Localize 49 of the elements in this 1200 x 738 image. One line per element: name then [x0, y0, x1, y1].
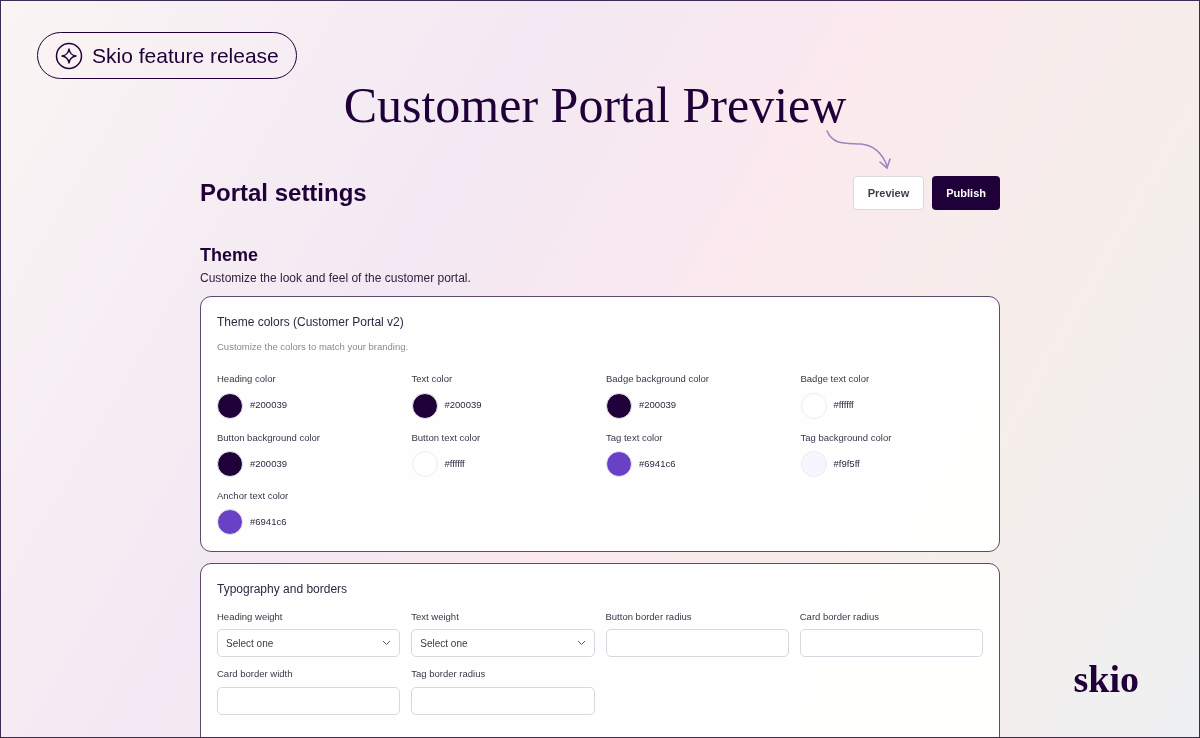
swatch-label: Tag text color: [606, 430, 664, 445]
color-swatch[interactable]: [411, 392, 438, 419]
field-label: Tag border radius: [411, 667, 487, 682]
swatch-label: Anchor text color: [217, 488, 290, 503]
swatch-label: Badge text color: [800, 372, 871, 387]
section-description: Customize the look and feel of the customer portal.: [200, 270, 472, 287]
hex-value: #f9f5ff: [833, 456, 860, 471]
hex-value: #6941c6: [639, 456, 676, 471]
color-swatch[interactable]: [217, 450, 243, 477]
color-swatch[interactable]: [217, 509, 243, 535]
color-swatch[interactable]: [606, 450, 632, 477]
card-description: Customize the colors to match your branding.: [217, 340, 410, 354]
color-swatch[interactable]: [606, 392, 632, 419]
hex-value: #200039: [250, 398, 287, 413]
section-title: Theme: [200, 244, 260, 267]
hex-value: #200039: [639, 398, 676, 413]
logo: skio: [1073, 659, 1139, 699]
field-label: Text weight: [411, 610, 460, 624]
select-field[interactable]: Select one: [217, 629, 401, 658]
headline: Customer Portal Preview: [343, 76, 847, 135]
hex-value: #6941c6: [250, 514, 287, 529]
swatch-label: Badge background color: [606, 372, 710, 387]
input-field[interactable]: [411, 686, 595, 715]
field-label: Heading weight: [217, 610, 284, 624]
hex-value: #200039: [250, 456, 287, 471]
field-label: Card border width: [217, 667, 294, 682]
select-field[interactable]: Select one: [411, 629, 595, 658]
card-title: Typography and borders: [217, 581, 349, 598]
hex-value: #200039: [444, 398, 482, 413]
swatch-label: Tag background color: [800, 430, 893, 445]
swatch-label: Button background color: [217, 430, 321, 445]
swatch-label: Text color: [411, 372, 454, 387]
publish-button[interactable]: Publish: [932, 176, 1000, 210]
card-title: Theme colors (Customer Portal v2): [217, 314, 405, 331]
hex-value: #ffffff: [833, 398, 854, 413]
sparkle-icon: [55, 41, 83, 70]
field-label: Button border radius: [605, 610, 693, 624]
hex-value: #ffffff: [444, 456, 465, 471]
chevron-down-icon: [382, 640, 392, 647]
page-title: Portal settings: [200, 178, 367, 208]
swatch-label: Button text color: [411, 430, 482, 445]
color-swatch[interactable]: [217, 392, 243, 419]
swatch-label: Heading color: [217, 372, 277, 387]
input-field[interactable]: [217, 686, 401, 715]
chevron-down-icon: [576, 640, 586, 647]
input-field[interactable]: [605, 629, 789, 658]
preview-button[interactable]: Preview: [852, 176, 925, 210]
input-field[interactable]: [799, 629, 983, 658]
field-label: Card border radius: [799, 610, 880, 624]
